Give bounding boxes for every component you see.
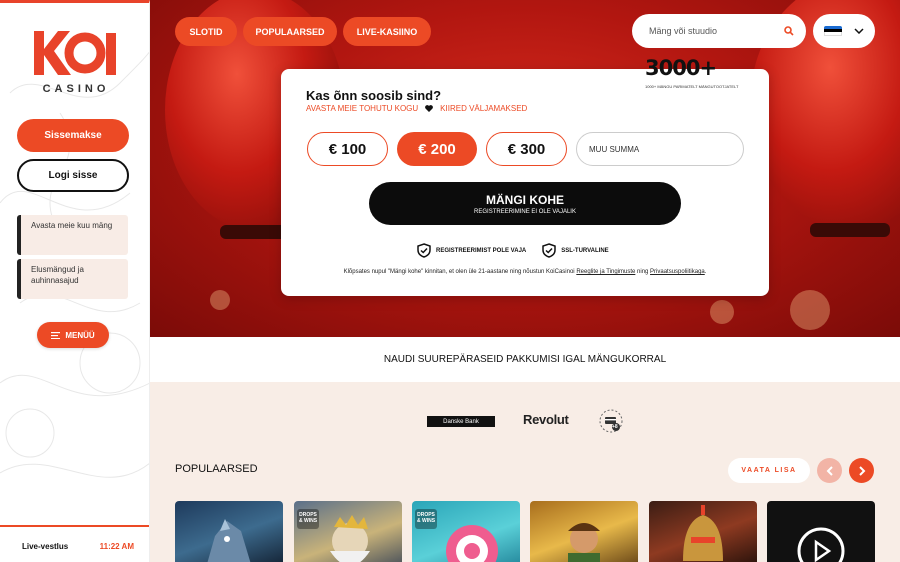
menu-button[interactable]: MENÜÜ bbox=[37, 322, 109, 348]
more-payments-count: +8 bbox=[612, 424, 618, 430]
check-label: SSL-TURVALINE bbox=[561, 247, 609, 254]
no-registration-badge: REGISTREERIMIST POLE VAJA bbox=[417, 243, 526, 258]
subtitle-left: AVASTA MEIE TOHUTU KOGU bbox=[306, 104, 419, 113]
games-count-badge: 3000+ 1000+ MÄNGU PARIMATELT MÄNGUTOOTJA… bbox=[645, 56, 745, 94]
terms-link[interactable]: Reeglite ja Tingimuste bbox=[576, 269, 635, 275]
privacy-link[interactable]: Privaatsuspoliitikaga bbox=[650, 269, 705, 275]
language-selector[interactable] bbox=[813, 14, 875, 48]
promo-label: Avasta meie kuu mäng bbox=[31, 221, 113, 230]
game-tile-wolf[interactable] bbox=[175, 501, 283, 562]
tab-live-casino[interactable]: LIVE-KASIINO bbox=[343, 17, 431, 46]
play-video-icon bbox=[797, 527, 845, 562]
more-payments-icon: +8 bbox=[599, 409, 623, 433]
check-label: REGISTREERIMIST POLE VAJA bbox=[436, 247, 527, 254]
explorer-art-icon bbox=[568, 523, 600, 562]
signup-card: Kas õnn soosib sind? AVASTA MEIE TOHUTU … bbox=[281, 69, 769, 296]
bokeh-light bbox=[710, 300, 734, 324]
custom-amount-placeholder: MUU SUMMA bbox=[589, 144, 640, 154]
tab-slots[interactable]: SLOTID bbox=[175, 17, 237, 46]
terms-end: . bbox=[704, 269, 707, 275]
amount-option-300[interactable]: € 300 bbox=[486, 132, 567, 166]
promo-label: Elusmängud ja auhinnasajud bbox=[31, 265, 84, 285]
wolf-art-icon bbox=[207, 519, 251, 562]
lower-section: Danske Bank Revolut +8 POPULAARSED VAATA… bbox=[150, 382, 900, 562]
carousel-next-button[interactable] bbox=[849, 458, 874, 483]
offers-text: NAUDI SUUREPÄRASEID PAKKUMISI IGAL MÄNGU… bbox=[383, 354, 667, 365]
clock-time: 11:22 AM bbox=[99, 541, 134, 551]
danske-bank-logo: Danske Bank bbox=[427, 416, 495, 427]
hamburger-icon bbox=[51, 331, 61, 339]
ssl-secure-badge: SSL-TURVALINE bbox=[542, 243, 609, 258]
logo-casino-text: CASINO bbox=[42, 83, 110, 95]
game-tile-zeus[interactable]: DROPS & WINS bbox=[294, 501, 402, 562]
offers-strip: NAUDI SUUREPÄRASEID PAKKUMISI IGAL MÄNGU… bbox=[150, 337, 900, 382]
menu-label: MENÜÜ bbox=[65, 330, 95, 340]
game-tile-video[interactable] bbox=[767, 501, 875, 562]
card-subtitle: AVASTA MEIE TOHUTU KOGU KIIRED VÄLJAMAKS… bbox=[306, 104, 527, 113]
amount-option-200-selected[interactable]: € 200 bbox=[397, 132, 477, 166]
popular-section-title: POPULAARSED bbox=[175, 463, 258, 475]
games-count: 3000+ bbox=[645, 56, 717, 80]
play-label: MÄNGI KOHE bbox=[486, 192, 564, 207]
lantern-base bbox=[810, 223, 890, 237]
see-all-button[interactable]: VAATA LISA bbox=[728, 458, 810, 483]
trust-badges: REGISTREERIMIST POLE VAJA SSL-TURVALINE bbox=[417, 243, 609, 258]
play-sublabel: REGISTREERIMINE EI OLE VAJALIK bbox=[474, 208, 576, 215]
shield-check-icon bbox=[417, 243, 431, 258]
shield-check-icon bbox=[542, 243, 556, 258]
heart-icon bbox=[425, 105, 434, 112]
terms-mid: ning bbox=[637, 269, 649, 275]
login-button[interactable]: Logi sisse bbox=[17, 159, 129, 192]
chevron-down-icon bbox=[854, 28, 864, 34]
drops-wins-badge: DROPS & WINS bbox=[415, 509, 437, 529]
tab-popular[interactable]: POPULAARSED bbox=[243, 17, 337, 46]
search-input[interactable]: Mäng või stuudio bbox=[632, 14, 806, 48]
koi-casino-logo[interactable]: CASINO bbox=[28, 25, 124, 101]
game-tile-warrior[interactable] bbox=[649, 501, 757, 562]
search-icon bbox=[784, 26, 794, 36]
bokeh-light bbox=[210, 290, 230, 310]
terms-prefix: Klõpsates nupul "Mängi kohe" kinnitan, e… bbox=[343, 269, 575, 275]
games-count-sub: 1000+ MÄNGU PARIMATELT MÄNGUTOOTJATELT bbox=[645, 84, 739, 89]
sidebar-footer: Live-vestlus 11:22 AM bbox=[0, 525, 149, 562]
carousel-prev-button[interactable] bbox=[817, 458, 842, 483]
sidebar: CASINO Sissemakse Logi sisse Avasta meie… bbox=[0, 0, 150, 562]
search-placeholder: Mäng või stuudio bbox=[649, 26, 718, 36]
revolut-logo: Revolut bbox=[523, 412, 569, 427]
koi-logo-icon bbox=[34, 31, 116, 75]
play-now-button[interactable]: MÄNGI KOHE REGISTREERIMINE EI OLE VAJALI… bbox=[369, 182, 681, 225]
terms-text: Klõpsates nupul "Mängi kohe" kinnitan, e… bbox=[281, 269, 769, 275]
chevron-right-icon bbox=[858, 465, 865, 476]
helmet-art-icon bbox=[683, 505, 723, 561]
amount-option-100[interactable]: € 100 bbox=[307, 132, 388, 166]
custom-amount-input[interactable]: MUU SUMMA bbox=[576, 132, 744, 166]
card-title: Kas õnn soosib sind? bbox=[306, 88, 442, 103]
bokeh-light bbox=[790, 290, 830, 330]
lantern-base bbox=[220, 225, 290, 239]
live-chat-link[interactable]: Live-vestlus bbox=[22, 542, 68, 551]
subtitle-right: KIIRED VÄLJAMAKSED bbox=[440, 104, 528, 113]
game-tile-explorer[interactable] bbox=[530, 501, 638, 562]
game-tile-candy[interactable]: DROPS & WINS bbox=[412, 501, 520, 562]
drops-wins-badge: DROPS & WINS bbox=[297, 509, 319, 529]
estonia-flag-icon bbox=[824, 25, 842, 37]
deposit-button[interactable]: Sissemakse bbox=[17, 119, 129, 152]
promo-live-games[interactable]: Elusmängud ja auhinnasajud bbox=[17, 259, 128, 299]
chevron-left-icon bbox=[826, 465, 833, 476]
promo-monthly-game[interactable]: Avasta meie kuu mäng bbox=[17, 215, 128, 255]
